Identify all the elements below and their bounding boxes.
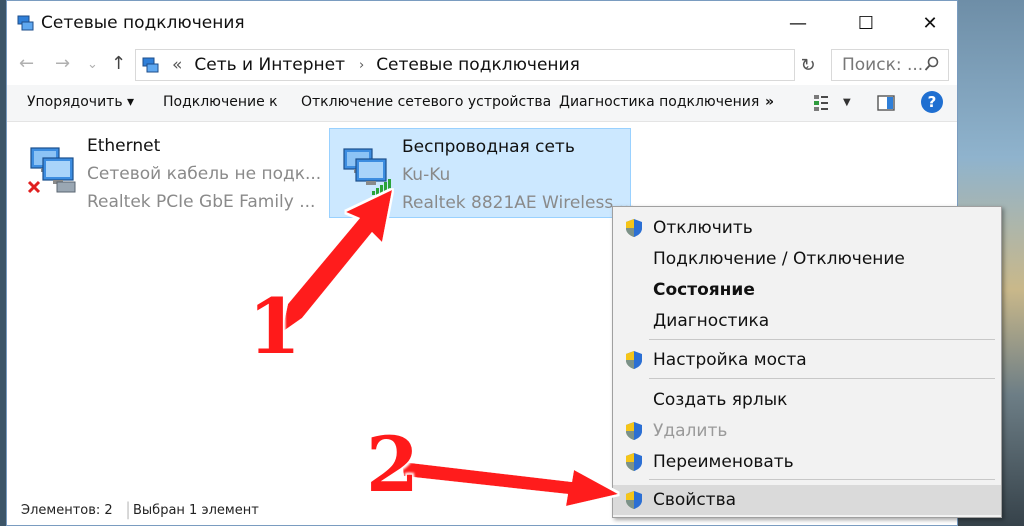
search-input[interactable]: Поиск: ... (831, 49, 949, 81)
forward-arrow-icon[interactable]: → (55, 53, 70, 74)
search-placeholder: Поиск: ... (842, 55, 924, 75)
menu-item-disable[interactable]: Отключить (613, 213, 1001, 243)
menu-item-label: Свойства (653, 490, 737, 510)
menu-item-diagnostics[interactable]: Диагностика (613, 306, 1001, 336)
network-folder-icon (142, 57, 159, 73)
menu-item-connect-disconnect[interactable]: Подключение / Отключение (613, 244, 1001, 274)
context-menu: Отключить Подключение / Отключение Состо… (612, 206, 1002, 518)
window-title: Сетевые подключения (41, 13, 245, 33)
connection-status: Сетевой кабель не подк... (87, 164, 322, 184)
connection-ssid: Ku-Ku (402, 165, 451, 185)
minimize-button[interactable]: — (775, 7, 821, 39)
items-count: Элементов: 2 (21, 503, 113, 518)
breadcrumb-overflow[interactable]: « (172, 55, 182, 75)
view-options-dropdown-icon[interactable]: ▼ (843, 97, 851, 108)
recent-locations-icon[interactable]: ⌄ (87, 57, 98, 72)
menu-separator (649, 479, 995, 480)
command-bar: Упорядочить ▾ Подключение к Отключение с… (7, 85, 957, 122)
address-bar[interactable]: « Сеть и Интернет › Сетевые подключения (135, 49, 795, 81)
connection-name: Ethernet (87, 136, 161, 156)
menu-item-rename[interactable]: Переименовать (613, 447, 1001, 477)
menu-item-label: Настройка моста (653, 350, 807, 370)
uac-shield-icon (626, 491, 642, 509)
up-arrow-icon[interactable]: ↑ (111, 53, 126, 74)
annotation-step-1: 1 (248, 282, 301, 371)
menu-separator (649, 378, 995, 379)
menu-separator (649, 339, 995, 340)
preview-pane-icon[interactable] (877, 95, 895, 111)
uac-shield-icon (626, 219, 642, 237)
connection-wireless[interactable]: Беспроводная сеть Ku-Ku Realtek 8821AE W… (329, 128, 635, 218)
menu-item-status[interactable]: Состояние (613, 275, 1001, 305)
menu-item-label: Диагностика (653, 311, 770, 331)
menu-item-create-shortcut[interactable]: Создать ярлык (613, 385, 1001, 415)
organize-button[interactable]: Упорядочить ▾ (27, 94, 134, 110)
help-icon[interactable]: ? (921, 91, 943, 113)
menu-item-label: Удалить (653, 421, 728, 441)
annotation-step-2: 2 (366, 420, 419, 509)
selected-count: Выбран 1 элемент (133, 503, 259, 518)
navigation-bar: ← → ⌄ ↑ « Сеть и Интернет › Сетевые подк… (7, 45, 957, 83)
menu-item-label: Состояние (653, 280, 755, 300)
close-button[interactable]: ✕ (907, 7, 953, 39)
menu-item-bridge[interactable]: Настройка моста (613, 345, 1001, 375)
connection-adapter: Realtek PCIe GbE Family ... (87, 192, 316, 212)
menu-item-label: Подключение / Отключение (653, 249, 905, 269)
menu-item-label: Переименовать (653, 452, 794, 472)
connect-to-button[interactable]: Подключение к (163, 94, 278, 110)
connection-ethernet[interactable]: Ethernet Сетевой кабель не подк... Realt… (15, 128, 327, 218)
breadcrumb-network-connections[interactable]: Сетевые подключения (376, 55, 580, 75)
uac-shield-icon (626, 422, 642, 440)
maximize-button[interactable]: ☐ (843, 7, 889, 39)
breadcrumb-network-internet[interactable]: Сеть и Интернет (194, 55, 345, 75)
menu-item-delete: Удалить (613, 416, 1001, 446)
ethernet-adapter-icon (27, 147, 76, 194)
menu-item-properties[interactable]: Свойства (613, 485, 1001, 515)
search-icon (924, 56, 939, 71)
more-commands-button[interactable]: » (765, 94, 774, 110)
refresh-icon[interactable]: ↻ (797, 49, 819, 81)
breadcrumb-separator[interactable]: › (359, 58, 364, 73)
menu-item-label: Создать ярлык (653, 390, 788, 410)
uac-shield-icon (626, 351, 642, 369)
network-connections-icon (17, 15, 34, 31)
connection-adapter: Realtek 8821AE Wireless ... (402, 193, 635, 213)
wireless-adapter-icon (343, 148, 391, 195)
menu-item-label: Отключить (653, 218, 753, 238)
uac-shield-icon (626, 453, 642, 471)
back-arrow-icon[interactable]: ← (19, 53, 34, 74)
diagnose-button[interactable]: Диагностика подключения (559, 94, 759, 110)
change-view-icon[interactable] (813, 94, 829, 112)
status-divider: | (125, 499, 132, 520)
connection-name: Беспроводная сеть (402, 137, 575, 157)
disable-device-button[interactable]: Отключение сетевого устройства (301, 94, 551, 110)
title-bar[interactable]: Сетевые подключения — ☐ ✕ (7, 1, 957, 45)
